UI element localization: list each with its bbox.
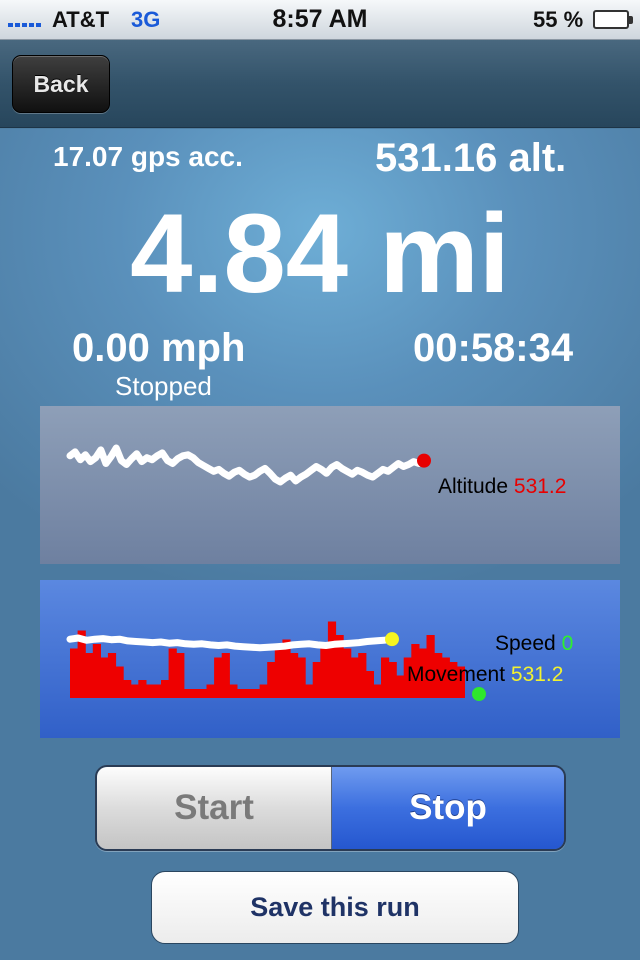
back-button[interactable]: Back: [12, 55, 110, 113]
speed-bar: [198, 689, 208, 698]
speed-bar: [290, 653, 299, 698]
distance-readout: 4.84 mi: [130, 191, 510, 316]
battery-percent: 55 %: [533, 7, 584, 32]
speed-graph: Speed 0 Movement 531.2: [40, 580, 620, 738]
run-tracker-view: 17.07 gps acc. 531.16 alt. 4.84 mi 0.00 …: [0, 129, 640, 960]
speed-bar: [70, 648, 79, 698]
speed-bar: [161, 680, 170, 698]
speed-bar: [373, 684, 382, 698]
movement-marker: [385, 632, 399, 647]
speed-bar: [168, 648, 177, 698]
speed-bar: [259, 684, 268, 698]
speed-bar: [100, 657, 109, 698]
status-bar: AT&T 3G 8:57 AM 55 %: [0, 0, 640, 40]
speed-value: 0: [561, 632, 574, 655]
elapsed-time: 00:58:34: [413, 326, 574, 370]
movement-legend: Movement 531.2: [407, 663, 563, 687]
speed-bar: [123, 680, 132, 698]
start-stop-control: Start Stop: [95, 765, 566, 851]
speed-bar: [153, 684, 162, 698]
speed-bar: [327, 621, 337, 698]
speed-readout: 0.00 mph: [72, 326, 246, 370]
speed-graph-canvas: [66, 621, 486, 701]
speed-bar: [206, 684, 215, 698]
speed-bar: [244, 689, 253, 698]
speed-bar: [343, 648, 352, 698]
altitude-label: Altitude: [438, 475, 509, 498]
speed-bar: [297, 657, 306, 698]
altitude-line: [66, 444, 428, 486]
speed-bar: [305, 684, 314, 698]
altitude-graph: Altitude 531.2: [40, 406, 620, 564]
run-status: Stopped: [115, 371, 212, 401]
speed-bar: [130, 684, 139, 698]
speed-bar: [145, 684, 154, 698]
current-altitude: 531.16 alt.: [375, 136, 567, 180]
speed-bar: [267, 662, 276, 698]
navigation-bar: Back: [0, 40, 640, 128]
speed-bar: [176, 653, 185, 698]
gps-accuracy: 17.07 gps acc.: [53, 141, 243, 172]
start-button[interactable]: Start: [97, 767, 332, 849]
speed-bar: [107, 653, 117, 698]
movement-value: 531.2: [510, 663, 564, 686]
speed-bar: [365, 671, 374, 698]
altitude-marker: [417, 453, 431, 468]
speed-bar: [312, 662, 321, 698]
speed-bar: [115, 666, 124, 698]
speed-bar: [138, 680, 147, 698]
speed-bar: [183, 689, 192, 698]
speed-bar: [85, 653, 94, 698]
speed-bar: [191, 689, 200, 698]
battery-icon: [593, 10, 633, 29]
speed-bar: [274, 648, 283, 698]
speed-bar: [236, 689, 246, 698]
speed-bar: [388, 662, 397, 698]
speed-bar: [381, 657, 390, 698]
speed-bar: [350, 657, 359, 698]
altitude-legend: Altitude 531.2: [438, 475, 566, 499]
speed-bar: [229, 684, 238, 698]
speed-label: Speed: [495, 632, 556, 655]
speed-bar: [92, 644, 101, 698]
speed-bar: [358, 653, 367, 698]
speed-bar: [221, 653, 230, 698]
speed-bar: [252, 689, 261, 698]
speed-legend: Speed 0: [495, 632, 573, 656]
movement-label: Movement: [407, 663, 506, 686]
speed-bar: [214, 657, 223, 698]
altitude-value: 531.2: [513, 475, 567, 498]
save-run-button[interactable]: Save this run: [151, 871, 519, 944]
stop-button[interactable]: Stop: [332, 767, 564, 849]
speed-bar: [320, 644, 329, 698]
speed-marker: [472, 687, 486, 701]
speed-bar: [396, 675, 405, 698]
